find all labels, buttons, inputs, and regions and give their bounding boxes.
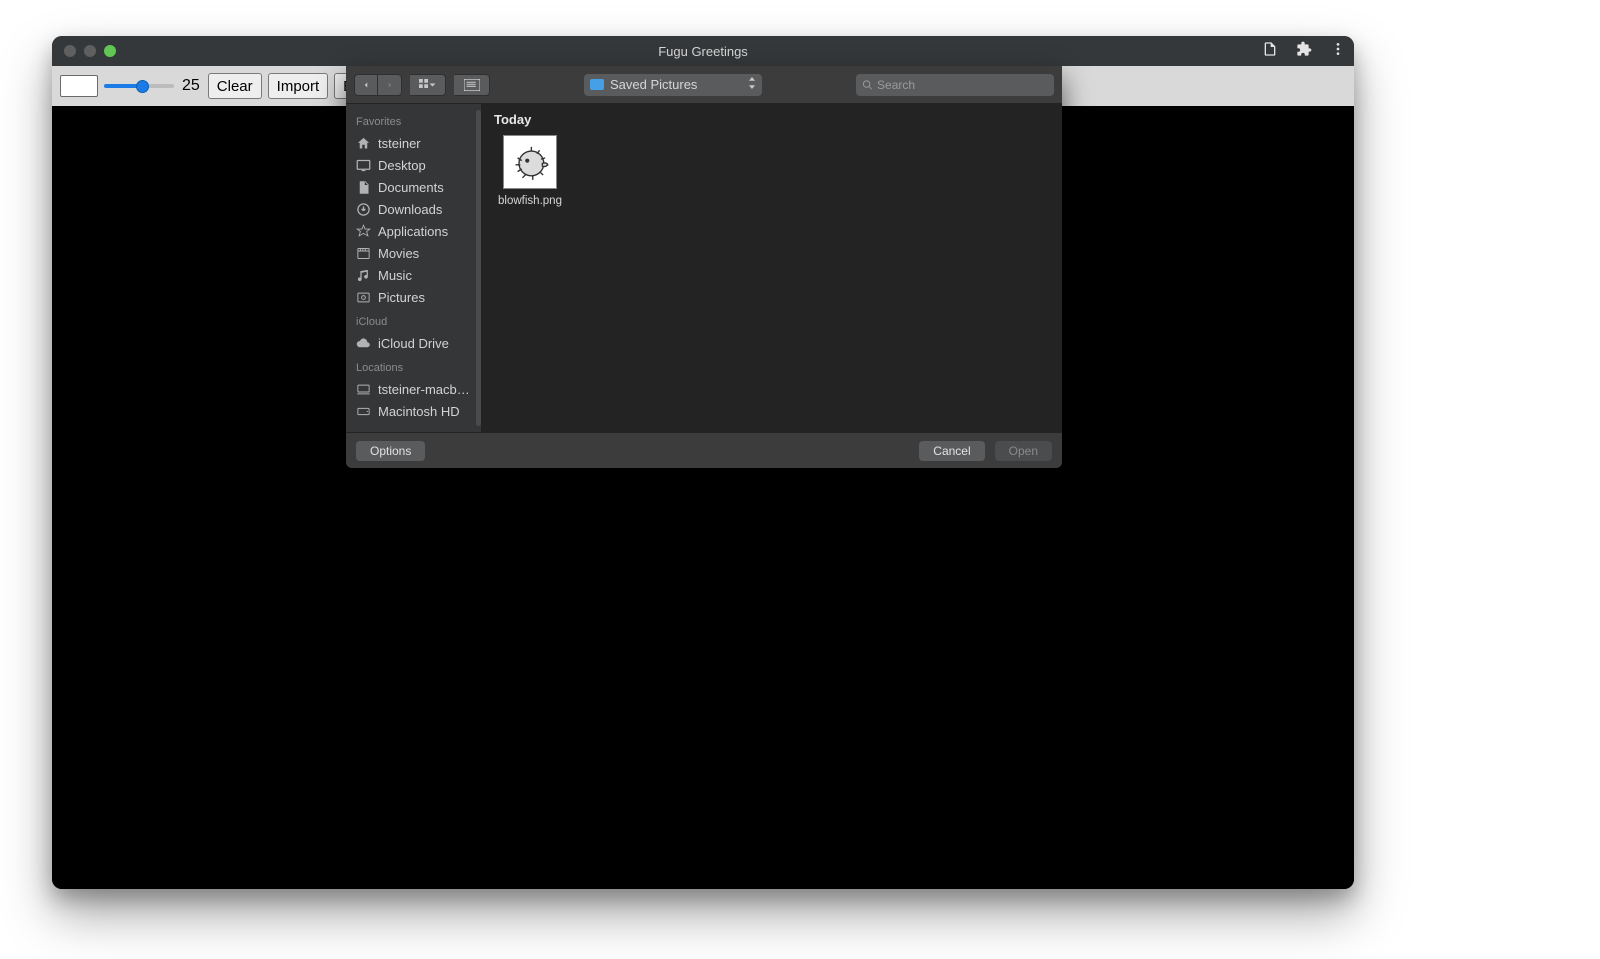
brush-size-slider[interactable]	[104, 77, 174, 95]
dialog-toolbar: Saved Pictures	[346, 66, 1062, 104]
path-dropdown[interactable]: Saved Pictures	[584, 74, 762, 96]
nav-forward-button[interactable]	[378, 74, 402, 96]
open-button[interactable]: Open	[995, 441, 1052, 461]
sidebar-item-movies[interactable]: Movies	[354, 242, 477, 264]
chevron-updown-icon	[748, 77, 756, 92]
file-item[interactable]: blowfish.png	[494, 135, 566, 207]
options-button[interactable]: Options	[356, 441, 425, 461]
file-thumbnail	[503, 135, 557, 189]
color-input[interactable]	[60, 75, 98, 97]
sidebar-header-icloud: iCloud	[356, 316, 477, 328]
view-mode-button[interactable]	[410, 74, 446, 96]
sidebar-item-pictures[interactable]: Pictures	[354, 286, 477, 308]
path-label: Saved Pictures	[610, 77, 697, 92]
cancel-button[interactable]: Cancel	[919, 441, 984, 461]
sidebar-item-desktop[interactable]: Desktop	[354, 154, 477, 176]
sidebar-item-home[interactable]: tsteiner	[354, 132, 477, 154]
clear-button[interactable]: Clear	[208, 73, 262, 99]
sidebar-item-downloads[interactable]: Downloads	[354, 198, 477, 220]
sidebar-header-favorites: Favorites	[356, 116, 477, 128]
sidebar-item-music[interactable]: Music	[354, 264, 477, 286]
file-open-dialog: Saved Pictures Favorites tsteiner Deskto…	[346, 66, 1062, 468]
zoom-window-button[interactable]	[104, 45, 116, 57]
sidebar-item-computer[interactable]: tsteiner-macb…	[354, 378, 477, 400]
group-by-button[interactable]	[454, 74, 490, 96]
new-document-icon[interactable]	[1262, 41, 1278, 62]
titlebar: Fugu Greetings	[52, 36, 1354, 66]
dialog-content: Today blowfish.png	[482, 104, 1062, 432]
sidebar-item-documents[interactable]: Documents	[354, 176, 477, 198]
sidebar-scrollbar[interactable]	[476, 110, 481, 426]
dialog-footer: Options Cancel Open	[346, 432, 1062, 468]
search-icon	[862, 79, 873, 91]
traffic-lights	[52, 45, 116, 57]
search-input[interactable]	[877, 78, 1048, 92]
sidebar-item-applications[interactable]: Applications	[354, 220, 477, 242]
menu-icon[interactable]	[1330, 41, 1346, 62]
brush-size-value: 25	[182, 77, 200, 95]
import-button[interactable]: Import	[268, 73, 329, 99]
dialog-sidebar: Favorites tsteiner Desktop Documents Dow…	[346, 104, 482, 432]
file-name: blowfish.png	[498, 195, 562, 207]
sidebar-header-locations: Locations	[356, 362, 477, 374]
window-title: Fugu Greetings	[658, 44, 748, 59]
nav-back-button[interactable]	[354, 74, 378, 96]
group-header: Today	[494, 112, 1050, 127]
close-window-button[interactable]	[64, 45, 76, 57]
search-field[interactable]	[856, 74, 1054, 96]
sidebar-item-icloud-drive[interactable]: iCloud Drive	[354, 332, 477, 354]
sidebar-item-macintosh-hd[interactable]: Macintosh HD	[354, 400, 477, 422]
extensions-icon[interactable]	[1296, 41, 1312, 62]
minimize-window-button[interactable]	[84, 45, 96, 57]
folder-icon	[590, 79, 604, 90]
